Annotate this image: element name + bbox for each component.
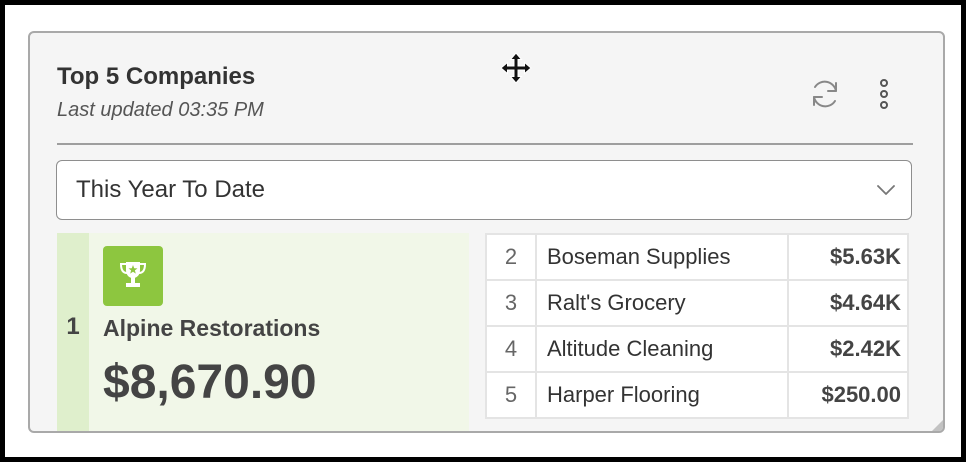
trophy-badge: [103, 246, 163, 306]
amount-cell: $2.42K: [787, 325, 909, 373]
refresh-icon[interactable]: [808, 77, 842, 111]
top-rank-number: 1: [66, 313, 80, 340]
resize-grip-icon[interactable]: [930, 416, 943, 431]
rank-cell: 4: [485, 325, 537, 373]
rank-cell: 3: [485, 279, 537, 327]
top-company-amount: $8,670.90: [103, 356, 317, 409]
company-name-cell: Altitude Cleaning: [535, 325, 789, 373]
rankings-table: 2 Boseman Supplies $5.63K 3 Ralt's Groce…: [485, 233, 909, 419]
table-row[interactable]: 5 Harper Flooring $250.00: [485, 371, 909, 419]
move-icon[interactable]: [500, 52, 532, 84]
top-company-card[interactable]: 1 Alpine Restorations $8,670.90: [57, 233, 469, 431]
chevron-down-icon: [877, 185, 895, 195]
trophy-icon: [119, 262, 147, 287]
page-canvas: Top 5 Companies Last updated 03:35 PM Th…: [5, 5, 961, 457]
table-row[interactable]: 2 Boseman Supplies $5.63K: [485, 233, 909, 281]
rank-cell: 5: [485, 371, 537, 419]
company-name-cell: Ralt's Grocery: [535, 279, 789, 327]
widget-title: Top 5 Companies: [57, 63, 256, 90]
rank-cell: 2: [485, 233, 537, 281]
period-select[interactable]: This Year To Date: [56, 160, 912, 220]
more-vertical-icon[interactable]: [872, 77, 896, 111]
period-select-value: This Year To Date: [76, 176, 266, 203]
top-company-name: Alpine Restorations: [103, 315, 321, 341]
table-row[interactable]: 4 Altitude Cleaning $2.42K: [485, 325, 909, 373]
company-name-cell: Boseman Supplies: [535, 233, 789, 281]
table-row[interactable]: 3 Ralt's Grocery $4.64K: [485, 279, 909, 327]
company-name-cell: Harper Flooring: [535, 371, 789, 419]
header-divider: [57, 143, 913, 145]
amount-cell: $5.63K: [787, 233, 909, 281]
last-updated-label: Last updated 03:35 PM: [57, 99, 264, 121]
amount-cell: $4.64K: [787, 279, 909, 327]
amount-cell: $250.00: [787, 371, 909, 419]
top-companies-widget: Top 5 Companies Last updated 03:35 PM Th…: [28, 31, 945, 433]
